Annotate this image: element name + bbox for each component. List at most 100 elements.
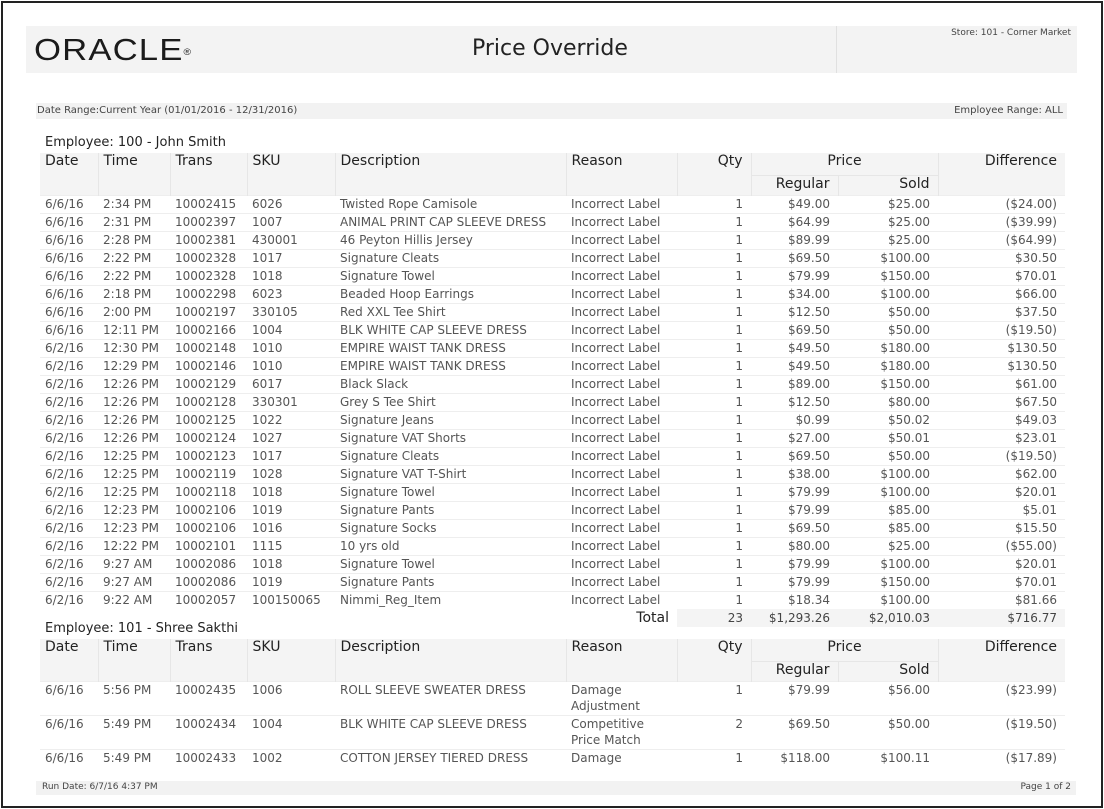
cell-sold: $150.00 bbox=[838, 572, 938, 591]
cell-reason: Damage bbox=[566, 748, 677, 767]
col-description: Description bbox=[335, 639, 567, 681]
cell-description: Signature Pants bbox=[335, 572, 566, 591]
cell-date: 6/2/16 bbox=[40, 374, 98, 393]
employee-table-1: Date Time Trans SKU Description Reason Q… bbox=[40, 153, 1065, 627]
col-difference: Difference bbox=[938, 639, 1065, 681]
cell-qty: 1 bbox=[677, 194, 751, 213]
col-reason: Reason bbox=[566, 153, 678, 195]
table-row: 6/2/16 12:25 PM 10002118 1018 Signature Towe… bbox=[40, 482, 1065, 501]
col-sold: Sold bbox=[838, 660, 939, 681]
cell-sold: $50.01 bbox=[838, 428, 938, 447]
cell-difference: ($55.00) bbox=[938, 536, 1065, 555]
col-sku: SKU bbox=[247, 153, 336, 195]
cell-time: 12:26 PM bbox=[98, 374, 170, 393]
cell-date: 6/2/16 bbox=[40, 554, 98, 573]
cell-sku: 1019 bbox=[247, 572, 335, 591]
table-row: 6/2/16 9:27 AM 10002086 1019 Signature Pants… bbox=[40, 572, 1065, 591]
cell-difference: ($24.00) bbox=[938, 194, 1065, 213]
cell-qty: 1 bbox=[677, 320, 751, 339]
cell-sku: 430001 bbox=[247, 230, 335, 249]
cell-trans: 10002057 bbox=[170, 590, 247, 609]
cell-date: 6/2/16 bbox=[40, 446, 98, 465]
col-time: Time bbox=[98, 639, 171, 681]
col-time: Time bbox=[98, 153, 171, 195]
cell-sold: $180.00 bbox=[838, 338, 938, 357]
cell-regular: $18.34 bbox=[751, 590, 838, 609]
table-row: 6/6/16 2:22 PM 10002328 1018 Signature Towel… bbox=[40, 266, 1065, 285]
cell-time: 12:29 PM bbox=[98, 356, 170, 375]
report-header: ORACLE® Price Override Store: 101 - Corn… bbox=[26, 26, 1077, 73]
cell-date: 6/2/16 bbox=[40, 482, 98, 501]
cell-date: 6/6/16 bbox=[40, 680, 98, 715]
cell-sold: $50.02 bbox=[838, 410, 938, 429]
cell-trans: 10002434 bbox=[170, 714, 247, 749]
cell-description: BLK WHITE CAP SLEEVE DRESS bbox=[335, 320, 566, 339]
cell-qty: 1 bbox=[677, 230, 751, 249]
table-row: 6/2/16 9:27 AM 10002086 1018 Signature Towel… bbox=[40, 554, 1065, 573]
cell-sold: $50.00 bbox=[838, 320, 938, 339]
cell-sku: 1017 bbox=[247, 248, 335, 267]
cell-reason: Incorrect Label bbox=[566, 356, 677, 375]
col-price: Price bbox=[751, 639, 939, 661]
filter-bar: Date Range:Current Year (01/01/2016 - 12… bbox=[36, 103, 1067, 119]
cell-sold: $25.00 bbox=[838, 194, 938, 213]
cell-date: 6/6/16 bbox=[40, 230, 98, 249]
cell-description: Red XXL Tee Shirt bbox=[335, 302, 566, 321]
cell-date: 6/6/16 bbox=[40, 320, 98, 339]
cell-difference: $130.50 bbox=[938, 356, 1065, 375]
table-row: 6/6/16 2:00 PM 10002197 330105 Red XXL Tee S… bbox=[40, 302, 1065, 321]
cell-qty: 1 bbox=[677, 536, 751, 555]
cell-difference: $70.01 bbox=[938, 572, 1065, 591]
col-regular: Regular bbox=[751, 174, 839, 195]
cell-sold: $50.00 bbox=[838, 302, 938, 321]
col-trans: Trans bbox=[170, 153, 248, 195]
cell-regular: $49.00 bbox=[751, 194, 838, 213]
cell-qty: 2 bbox=[677, 714, 751, 749]
cell-trans: 10002328 bbox=[170, 266, 247, 285]
cell-description: BLK WHITE CAP SLEEVE DRESS bbox=[335, 714, 566, 749]
cell-time: 2:34 PM bbox=[98, 194, 170, 213]
total-regular: $1,293.26 bbox=[751, 608, 838, 627]
cell-time: 2:22 PM bbox=[98, 248, 170, 267]
cell-description: Twisted Rope Camisole bbox=[335, 194, 566, 213]
cell-qty: 1 bbox=[677, 392, 751, 411]
cell-sold: $85.00 bbox=[838, 518, 938, 537]
cell-time: 12:26 PM bbox=[98, 410, 170, 429]
cell-description: Signature Pants bbox=[335, 500, 566, 519]
cell-reason: Incorrect Label bbox=[566, 572, 677, 591]
col-sold: Sold bbox=[838, 174, 939, 195]
cell-reason: Damage Adjustment bbox=[566, 680, 677, 715]
cell-sku: 1018 bbox=[247, 266, 335, 285]
cell-date: 6/2/16 bbox=[40, 518, 98, 537]
cell-regular: $64.99 bbox=[751, 212, 838, 231]
employee-range: Employee Range: ALL bbox=[954, 105, 1063, 116]
cell-qty: 1 bbox=[677, 356, 751, 375]
cell-trans: 10002101 bbox=[170, 536, 247, 555]
cell-description: ANIMAL PRINT CAP SLEEVE DRESS bbox=[335, 212, 566, 231]
cell-regular: $69.50 bbox=[751, 518, 838, 537]
cell-reason: Incorrect Label bbox=[566, 230, 677, 249]
cell-difference: $20.01 bbox=[938, 482, 1065, 501]
cell-time: 12:22 PM bbox=[98, 536, 170, 555]
cell-description: EMPIRE WAIST TANK DRESS bbox=[335, 338, 566, 357]
cell-difference: ($19.50) bbox=[938, 446, 1065, 465]
col-regular: Regular bbox=[751, 660, 839, 681]
cell-difference: $5.01 bbox=[938, 500, 1065, 519]
cell-regular: $69.50 bbox=[751, 248, 838, 267]
cell-description: EMPIRE WAIST TANK DRESS bbox=[335, 356, 566, 375]
table-row: 6/6/16 2:28 PM 10002381 430001 46 Peyton Hil… bbox=[40, 230, 1065, 249]
col-date: Date bbox=[40, 639, 99, 681]
cell-reason: Incorrect Label bbox=[566, 410, 677, 429]
cell-sold: $100.00 bbox=[838, 248, 938, 267]
cell-qty: 1 bbox=[677, 428, 751, 447]
cell-sold: $100.00 bbox=[838, 554, 938, 573]
cell-description: Signature VAT Shorts bbox=[335, 428, 566, 447]
cell-sold: $100.00 bbox=[838, 464, 938, 483]
cell-trans: 10002124 bbox=[170, 428, 247, 447]
cell-qty: 1 bbox=[677, 446, 751, 465]
table-row: 6/6/16 2:34 PM 10002415 6026 Twisted Rope Ca… bbox=[40, 194, 1065, 213]
cell-date: 6/6/16 bbox=[40, 284, 98, 303]
table-row: 6/2/16 12:26 PM 10002129 6017 Black Slack Inc… bbox=[40, 374, 1065, 393]
cell-description: Signature Jeans bbox=[335, 410, 566, 429]
cell-date: 6/6/16 bbox=[40, 266, 98, 285]
